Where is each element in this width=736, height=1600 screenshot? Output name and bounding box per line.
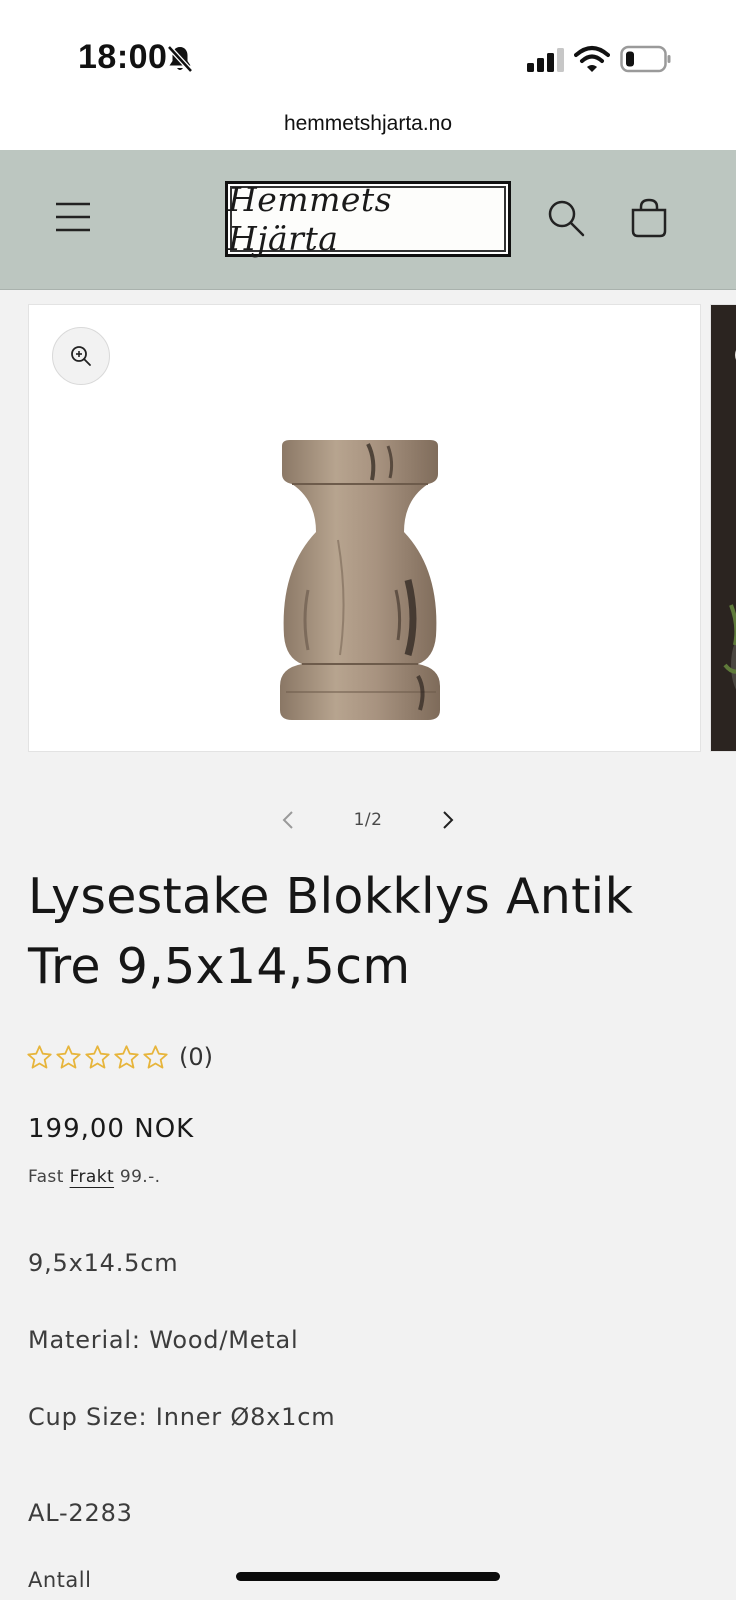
product-rating[interactable]: (0): [26, 1040, 213, 1074]
description-material: Material: Wood/Metal: [28, 1326, 299, 1354]
chevron-left-icon[interactable]: [278, 808, 300, 832]
wifi-icon: [574, 46, 610, 72]
cellular-signal-icon: [527, 48, 564, 72]
shipping-link[interactable]: Frakt: [70, 1167, 114, 1187]
star-outline-icon: [85, 1044, 110, 1069]
product-title: Lysestake Blokklys Antik Tre 9,5x14,5cm: [28, 868, 634, 995]
quantity-label: Antall: [28, 1568, 92, 1592]
logo-text: Hemmets Hjärta: [228, 180, 393, 258]
cart-icon[interactable]: [628, 197, 670, 239]
status-bar: 18:00: [0, 0, 736, 100]
site-logo[interactable]: Hemmets Hjärta: [225, 180, 511, 258]
star-outline-icon: [56, 1044, 81, 1069]
slider-controls: 1/2: [0, 800, 736, 840]
shipping-prefix: Fast: [28, 1167, 64, 1187]
product-gallery[interactable]: [0, 290, 736, 760]
review-count: (0): [179, 1043, 213, 1071]
shipping-note: Fast Frakt 99.-.: [28, 1167, 160, 1187]
bell-muted-icon: [167, 45, 193, 73]
product-price: 199,00 NOK: [28, 1114, 195, 1144]
star-outline-icon: [114, 1044, 139, 1069]
slide-counter: 1/2: [353, 810, 383, 830]
site-header: Hemmets Hjärta: [0, 150, 736, 290]
preview-photo: [711, 305, 736, 751]
address-bar[interactable]: hemmetshjarta.no: [0, 100, 736, 150]
zoom-in-icon: [71, 346, 91, 366]
description-cup-size: Cup Size: Inner Ø8x1cm: [28, 1403, 336, 1431]
shipping-suffix: 99.-.: [119, 1167, 161, 1187]
status-time: 18:00: [78, 38, 168, 76]
battery-icon: [620, 45, 671, 73]
product-sku: AL-2283: [28, 1499, 133, 1527]
candle-holder-image: [280, 440, 440, 720]
star-outline-icon: [27, 1044, 52, 1069]
rating-stars: [26, 1044, 169, 1071]
hamburger-menu-icon[interactable]: [52, 196, 94, 238]
next-image-preview[interactable]: [710, 304, 736, 752]
chevron-right-icon[interactable]: [436, 808, 458, 832]
url-text: hemmetshjarta.no: [283, 112, 453, 135]
zoom-button[interactable]: [52, 327, 110, 385]
search-icon[interactable]: [546, 198, 586, 238]
star-outline-icon: [143, 1044, 168, 1069]
description-size: 9,5x14.5cm: [28, 1249, 179, 1277]
home-indicator[interactable]: [236, 1572, 500, 1581]
